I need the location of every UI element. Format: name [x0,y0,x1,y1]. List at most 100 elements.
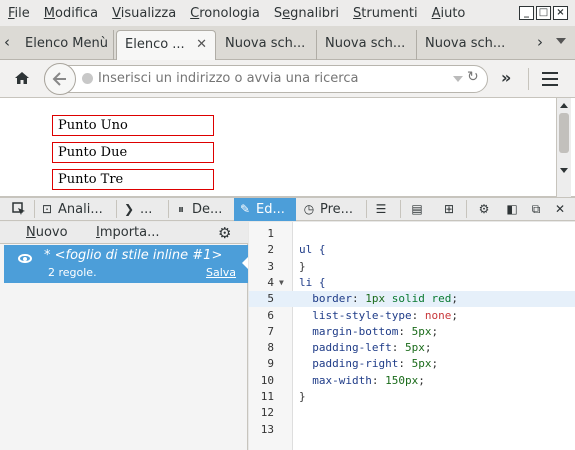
tab-scroll-right-icon[interactable]: › [537,33,543,51]
line-number: 9 [267,357,274,371]
split-console-icon: ▤ [411,202,423,216]
undock-button[interactable]: ⧉ [525,198,547,221]
code-text: } [299,390,306,403]
toolbar-overflow-button[interactable]: » [501,68,511,87]
save-stylesheet-link[interactable]: Salva [206,266,236,279]
undock-icon: ⧉ [531,202,541,216]
toolbar-separator [366,200,367,218]
tab-performance[interactable]: ◷ Pre... [298,198,364,221]
tab-nuova-scheda-3[interactable]: Nuova sch... [417,30,517,60]
close-window-button[interactable]: × [553,6,568,20]
close-devtools-button[interactable]: ✕ [549,198,571,221]
fold-toggle-icon[interactable]: ▼ [279,275,284,291]
inspector-box-icon: ⊡ [41,202,53,216]
responsive-mode-button[interactable]: ⊞ [438,198,460,221]
toolbar-separator [400,200,401,218]
devtools-toolbar: ⊡ Anali... ❯... ⏸ De... ✎ Ed... ◷ Pre... ☰ ▤… [0,197,575,221]
line-number: 5 [267,292,274,306]
tab-bar: ‹ Elenco Menù Elenco ... ✕ Nuova sch... … [0,26,575,60]
tab-list-dropdown-icon[interactable] [556,38,566,44]
code-text: list-style-type: none; [299,308,458,322]
code-text: padding-left: 5px; [299,341,432,355]
code-line[interactable]: 3} [249,259,575,275]
code-line[interactable]: 7 margin-bottom: 5px; [249,324,575,340]
tab-console[interactable]: ❯... [118,198,166,221]
scrollbar-thumb[interactable] [559,113,569,153]
line-number: 7 [267,324,274,338]
back-arrow-icon [52,72,66,86]
tab-nuova-scheda-2[interactable]: Nuova sch... [317,30,417,60]
code-line[interactable]: 4 ▼ li { [249,275,575,291]
code-line[interactable]: 10 max-width: 150px; [249,373,575,389]
reload-icon[interactable]: ↻ [467,69,479,85]
line-number: 2 [267,243,274,257]
devtools-options-button[interactable]: ⚙ [473,198,495,221]
menu-item[interactable]: Strumenti [353,6,418,21]
close-icon: ✕ [554,202,566,216]
debugger-icon: ⏸ [177,202,184,216]
code-line[interactable]: 8 padding-left: 5px; [249,340,575,356]
tab-scroll-left-icon[interactable]: ‹ [4,33,10,51]
scroll-down-icon[interactable] [560,168,568,173]
tab-debugger[interactable]: ⏸ De... [170,198,232,221]
line-number: 1 [267,227,274,240]
picker-icon [12,202,25,215]
performance-icon: ◷ [303,202,315,216]
tab-nuova-scheda-1[interactable]: Nuova sch... [217,30,317,60]
minimize-button[interactable]: _ [519,6,534,20]
tab-label: Pre... [320,202,354,217]
dock-side-button[interactable]: ◧ [501,198,523,221]
code-text: } [299,259,306,273]
gear-icon[interactable]: ⚙ [218,224,231,242]
code-line[interactable]: 5 border: 1px solid red; [249,291,575,308]
hamburger-menu-icon[interactable] [542,72,558,86]
toolbar-separator [116,200,117,218]
tab-elenco-menu[interactable]: Elenco Menù [17,30,114,60]
eye-icon[interactable] [18,254,32,263]
console-icon: ❯ [123,202,135,216]
code-text: ul { [299,243,326,257]
css-code-editor[interactable]: 1 2 ul {3} 4 ▼ li {5 border: 1px solid red; 6 … [249,222,575,450]
menu-item[interactable]: File [8,6,30,21]
code-text: padding-right: 5px; [299,357,439,371]
tab-inspector[interactable]: ⊡ Anali... [36,198,114,221]
url-dropdown-icon[interactable] [453,76,463,82]
code-line[interactable]: 6 list-style-type: none; [249,308,575,324]
inspector-pick-button[interactable] [8,198,32,221]
tab-elenco-active[interactable]: Elenco ... ✕ [116,30,216,60]
tab-label: Elenco ... [125,37,185,52]
url-input[interactable] [98,67,438,89]
site-info-icon[interactable] [82,73,93,84]
import-stylesheet-button[interactable]: Importa... [96,225,160,240]
code-line[interactable]: 2 ul { [249,242,575,258]
responsive-icon: ⊞ [443,202,455,216]
tab-style-editor[interactable]: ✎ Ed... [234,198,296,221]
page-content: Punto Uno Punto Due Punto Tre [0,98,575,197]
code-line[interactable]: 1 [249,226,575,242]
new-stylesheet-button[interactable]: Nuovo [26,225,68,240]
home-icon[interactable] [14,71,30,85]
toolbar-separator [168,200,169,218]
code-line[interactable]: 13 [249,422,575,438]
menu-item[interactable]: Aiuto [432,6,466,21]
code-line[interactable]: 11} [249,389,575,405]
maximize-button[interactable]: □ [536,6,551,20]
line-number: 10 [260,373,274,387]
style-editor-toolbar: Nuovo Importa... ⚙ [0,222,248,244]
page-scrollbar[interactable] [556,98,571,197]
menu-item[interactable]: Cronologia [190,6,260,21]
list-item: Punto Uno [52,115,214,136]
tab-network[interactable]: ☰ [370,198,394,221]
tab-label: Anali... [58,202,103,217]
stylesheet-list-item[interactable]: * <foglio di stile inline #1> 2 regole. … [4,245,248,283]
menu-item[interactable]: Modifica [44,6,98,21]
menu-item[interactable]: Visualizza [112,6,176,21]
menu-item[interactable]: Segnalibri [274,6,339,21]
split-console-button[interactable]: ▤ [406,198,428,221]
back-button[interactable] [44,63,76,95]
code-line[interactable]: 9 padding-right: 5px; [249,356,575,372]
close-tab-icon[interactable]: ✕ [196,31,207,59]
code-line[interactable]: 12 [249,405,575,421]
scroll-up-icon[interactable] [560,103,568,108]
list-item: Punto Due [52,142,214,163]
